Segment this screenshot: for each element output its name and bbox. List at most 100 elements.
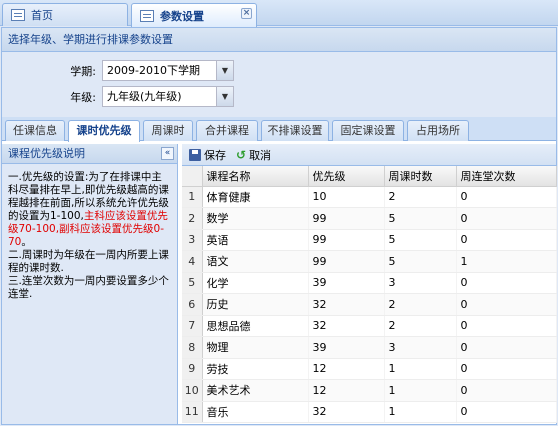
grade-label: 年级:	[70, 90, 96, 104]
close-icon[interactable]: ×	[241, 8, 252, 19]
cell-course-name[interactable]: 英语	[202, 229, 309, 251]
priority-description-panel: 课程优先级说明 « 一.优先级的设置:为了在排课中主科尽量排在早上,即优先级越高…	[2, 144, 178, 424]
cell-weekly-hours[interactable]: 1	[384, 379, 457, 402]
cell-consecutive[interactable]: 0	[456, 272, 557, 294]
save-button[interactable]: 保存	[186, 147, 229, 163]
cell-priority[interactable]: 32	[308, 293, 385, 316]
cell-course-name[interactable]: 美术艺术	[202, 379, 309, 402]
cell-consecutive[interactable]: 0	[456, 229, 557, 251]
table-row[interactable]: 5 化学 39 3 0	[182, 272, 557, 294]
table-row[interactable]: 1 体育健康 10 2 0	[182, 186, 557, 208]
cell-priority[interactable]: 99	[308, 207, 385, 230]
semester-label: 学期:	[70, 64, 96, 78]
cell-consecutive[interactable]: 0	[456, 315, 557, 337]
row-number: 2	[182, 207, 203, 230]
cell-priority[interactable]: 12	[308, 358, 385, 380]
cell-consecutive[interactable]: 0	[456, 336, 557, 359]
grade-row: 年级: 九年级(九年级) ▼	[2, 86, 234, 107]
table-header-row: 课程名称 优先级 周课时数 周连堂次数	[182, 166, 557, 187]
cell-priority[interactable]: 99	[308, 250, 385, 273]
table-row[interactable]: 8 物理 39 3 0	[182, 336, 557, 359]
cell-course-name[interactable]: 物理	[202, 336, 309, 359]
cell-weekly-hours[interactable]: 1	[384, 358, 457, 380]
cancel-button[interactable]: ↺ 取消	[233, 147, 274, 163]
cell-consecutive[interactable]: 0	[456, 401, 557, 423]
cell-weekly-hours[interactable]: 2	[384, 293, 457, 316]
top-tab-strip: 首页 参数设置 ×	[0, 0, 558, 27]
column-header-consecutive[interactable]: 周连堂次数	[456, 166, 557, 187]
cell-course-name[interactable]: 体育健康	[202, 186, 309, 208]
cell-course-name[interactable]: 思想品德	[202, 315, 309, 337]
table-row[interactable]: 10 美术艺术 12 1 0	[182, 379, 557, 402]
cell-priority[interactable]: 39	[308, 336, 385, 359]
cell-course-name[interactable]: 音乐	[202, 401, 309, 423]
priority-description-text: 一.优先级的设置:为了在排课中主科尽量排在早上,即优先级越高的课程越排在前面,所…	[2, 164, 177, 308]
chevron-down-icon[interactable]: ▼	[216, 87, 233, 106]
chevron-down-icon[interactable]: ▼	[216, 61, 233, 80]
column-header-priority[interactable]: 优先级	[308, 166, 385, 187]
cell-course-name[interactable]: 劳技	[202, 358, 309, 380]
tab-fixed-schedule[interactable]: 固定课设置	[332, 120, 404, 141]
row-number: 9	[182, 358, 203, 380]
tab-teaching-info[interactable]: 任课信息	[5, 120, 65, 141]
table-row[interactable]: 3 英语 99 5 0	[182, 229, 557, 251]
row-number: 7	[182, 315, 203, 337]
cell-weekly-hours[interactable]: 5	[384, 229, 457, 251]
table-row[interactable]: 7 思想品德 32 2 0	[182, 315, 557, 337]
tab-no-schedule[interactable]: 不排课设置	[261, 120, 329, 141]
description-paragraph-3: 三.连堂次数为一周内要设置多少个连堂.	[8, 275, 169, 300]
cell-weekly-hours[interactable]: 2	[384, 186, 457, 208]
row-number: 6	[182, 293, 203, 316]
cell-course-name[interactable]: 历史	[202, 293, 309, 316]
cell-consecutive[interactable]: 0	[456, 379, 557, 402]
semester-value: 2009-2010下学期	[107, 64, 200, 77]
cell-priority[interactable]: 39	[308, 272, 385, 294]
cell-weekly-hours[interactable]: 5	[384, 207, 457, 230]
table-row[interactable]: 2 数学 99 5 0	[182, 207, 557, 230]
save-icon	[189, 148, 201, 161]
row-number: 11	[182, 401, 203, 423]
tab-course-priority[interactable]: 课时优先级	[68, 120, 140, 142]
parameter-settings-panel: 选择年级、学期进行排课参数设置 学期: 2009-2010下学期 ▼ 年级: 九…	[1, 27, 557, 425]
cell-course-name[interactable]: 语文	[202, 250, 309, 273]
tab-merge-courses[interactable]: 合并课程	[196, 120, 258, 141]
tab-weekly-hours[interactable]: 周课时	[143, 120, 193, 141]
column-header-course-name[interactable]: 课程名称	[202, 166, 309, 187]
cancel-label: 取消	[249, 148, 272, 162]
cell-priority[interactable]: 32	[308, 315, 385, 337]
tab-parameter-settings[interactable]: 参数设置 ×	[131, 3, 257, 27]
table-row[interactable]: 11 音乐 32 1 0	[182, 401, 557, 423]
cell-consecutive[interactable]: 0	[456, 207, 557, 230]
row-number: 5	[182, 272, 203, 294]
cell-priority[interactable]: 32	[308, 401, 385, 423]
description-paragraph-2: 二.周课时为年级在一周内所要上课程的课时数.	[8, 249, 169, 274]
cell-priority[interactable]: 12	[308, 379, 385, 402]
cell-course-name[interactable]: 化学	[202, 272, 309, 294]
cell-consecutive[interactable]: 0	[456, 358, 557, 380]
table-row[interactable]: 4 语文 99 5 1	[182, 250, 557, 273]
tab-home[interactable]: 首页	[2, 3, 128, 26]
page-icon	[140, 9, 154, 22]
cell-weekly-hours[interactable]: 5	[384, 250, 457, 273]
table-row[interactable]: 9 劳技 12 1 0	[182, 358, 557, 380]
cell-consecutive[interactable]: 1	[456, 250, 557, 273]
column-header-weekly-hours[interactable]: 周课时数	[384, 166, 457, 187]
row-number: 8	[182, 336, 203, 359]
semester-select[interactable]: 2009-2010下学期 ▼	[102, 60, 234, 81]
cell-weekly-hours[interactable]: 3	[384, 272, 457, 294]
cell-priority[interactable]: 99	[308, 229, 385, 251]
grade-select[interactable]: 九年级(九年级) ▼	[102, 86, 234, 107]
cell-weekly-hours[interactable]: 2	[384, 315, 457, 337]
table-row[interactable]: 6 历史 32 2 0	[182, 293, 557, 316]
collapse-icon[interactable]: «	[161, 147, 174, 160]
cell-consecutive[interactable]: 0	[456, 186, 557, 208]
course-table: 课程名称 优先级 周课时数 周连堂次数 1 体育健康 10 2 0 2 数学 99 5 0 3 英语 9…	[182, 166, 557, 423]
cell-weekly-hours[interactable]: 3	[384, 336, 457, 359]
grade-value: 九年级(九年级)	[107, 90, 182, 103]
grid-toolbar: 保存 ↺ 取消	[182, 144, 556, 166]
cell-course-name[interactable]: 数学	[202, 207, 309, 230]
cell-weekly-hours[interactable]: 1	[384, 401, 457, 423]
cell-priority[interactable]: 10	[308, 186, 385, 208]
tab-occupied-venues[interactable]: 占用场所	[407, 120, 469, 141]
cell-consecutive[interactable]: 0	[456, 293, 557, 316]
